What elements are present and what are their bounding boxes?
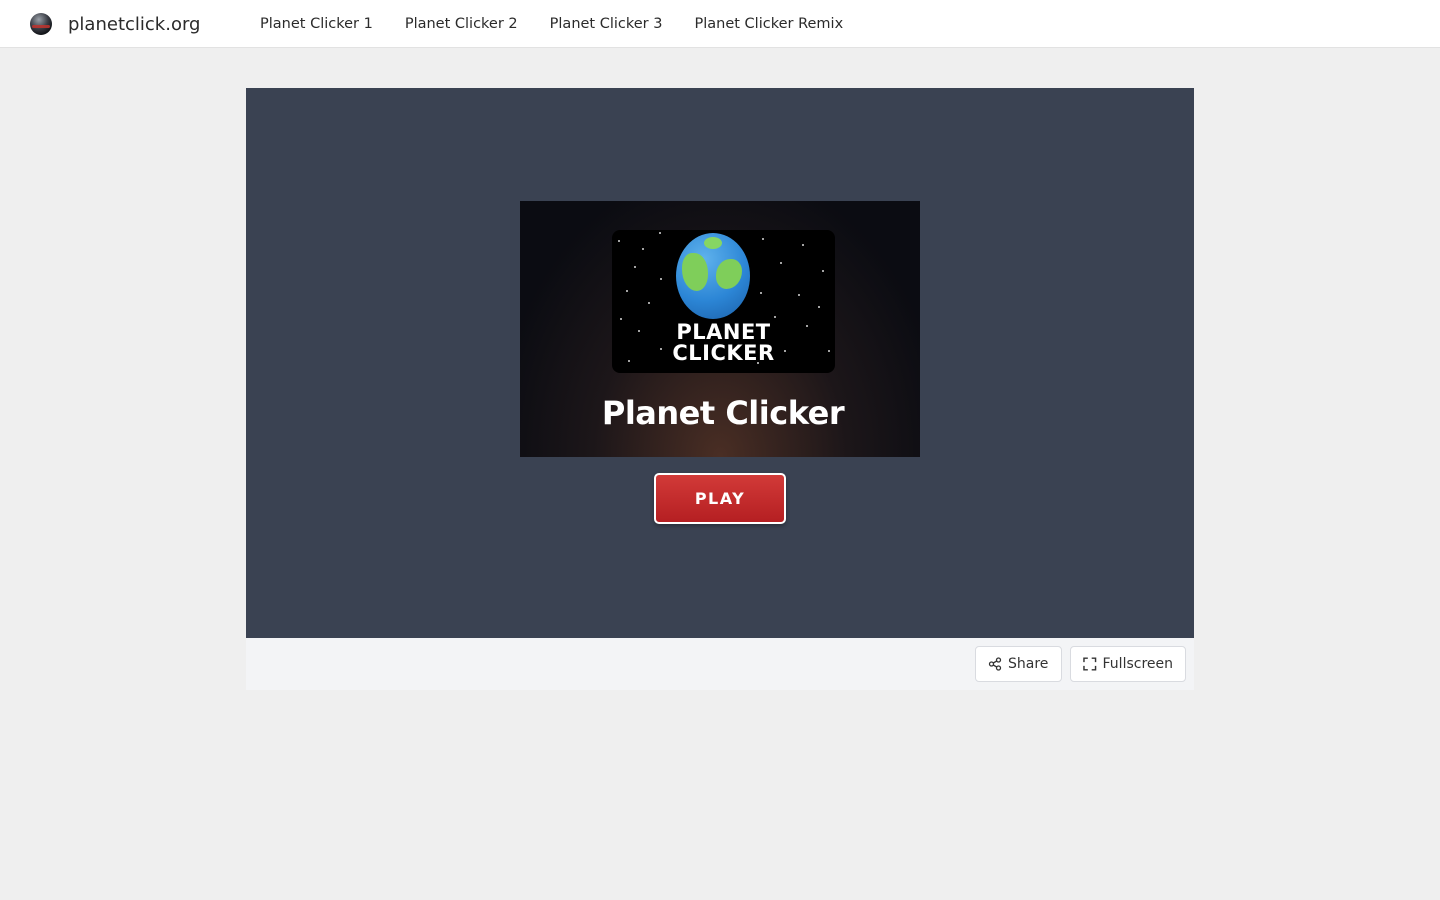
site-brand-link[interactable]: planetclick.org	[30, 12, 200, 36]
share-icon	[988, 657, 1002, 671]
play-button[interactable]: PLAY	[654, 473, 786, 524]
fullscreen-button[interactable]: Fullscreen	[1070, 646, 1186, 682]
fullscreen-label: Fullscreen	[1102, 656, 1173, 672]
game-logo-card: PLANET CLICKER	[612, 230, 835, 373]
nav-link-planet-clicker-2[interactable]: Planet Clicker 2	[389, 0, 534, 48]
site-name: planetclick.org	[68, 13, 201, 35]
earth-planet-icon	[676, 233, 750, 319]
share-label: Share	[1008, 656, 1049, 672]
top-navbar: planetclick.org Planet Clicker 1 Planet …	[0, 0, 1440, 48]
planet-logo-icon	[30, 13, 52, 35]
nav-link-planet-clicker-3[interactable]: Planet Clicker 3	[534, 0, 679, 48]
game-cover-image: PLANET CLICKER Planet Clicker	[520, 201, 920, 457]
fullscreen-icon	[1083, 657, 1097, 671]
game-frame[interactable]: PLANET CLICKER Planet Clicker PLAY	[246, 88, 1194, 638]
game-title: Planet Clicker	[601, 394, 845, 432]
nav-link-planet-clicker-1[interactable]: Planet Clicker 1	[244, 0, 389, 48]
share-button[interactable]: Share	[975, 646, 1062, 682]
nav-link-planet-clicker-remix[interactable]: Planet Clicker Remix	[678, 0, 859, 48]
main-nav: Planet Clicker 1 Planet Clicker 2 Planet…	[244, 0, 859, 48]
game-logo-text: PLANET CLICKER	[672, 320, 775, 365]
game-toolbar: Share Fullscreen	[246, 638, 1194, 690]
